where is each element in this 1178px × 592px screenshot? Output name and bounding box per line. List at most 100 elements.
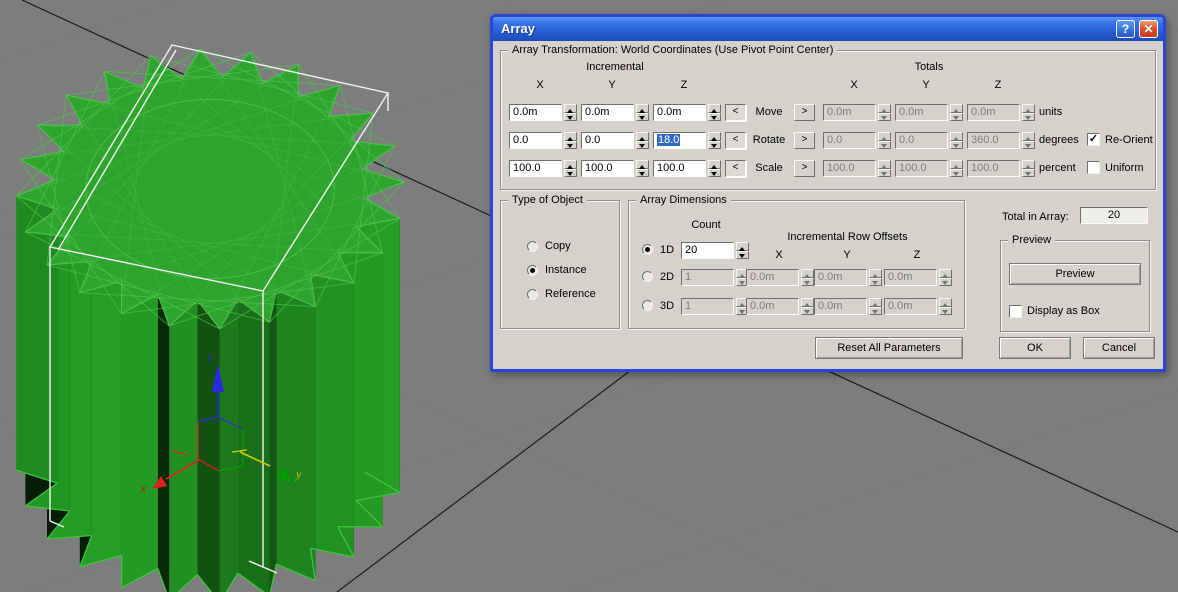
scale-inc-z-field[interactable]: 100.0 xyxy=(653,160,721,177)
move-inc-z-field[interactable]: 0.0m xyxy=(653,104,721,121)
spinner-down-button[interactable] xyxy=(1022,140,1035,149)
cancel-button[interactable]: Cancel xyxy=(1083,337,1155,359)
spinner-down-button[interactable] xyxy=(869,277,882,286)
reorient-checkbox[interactable]: ✓ xyxy=(1087,133,1100,146)
3d-radio-label[interactable]: 3D xyxy=(660,300,674,312)
move-left-arrow-button[interactable]: < xyxy=(725,104,746,121)
rotate-total-y-field[interactable]: 0.0 xyxy=(895,132,963,149)
1d-radio-label[interactable]: 1D xyxy=(660,244,674,256)
spinner-up-button[interactable] xyxy=(939,298,952,307)
spinner-up-button[interactable] xyxy=(636,132,649,141)
spinner-up-button[interactable] xyxy=(564,160,577,169)
3d-offset-z-field[interactable]: 0.0m xyxy=(884,298,952,315)
spinner-up-button[interactable] xyxy=(878,160,891,169)
spinner-up-button[interactable] xyxy=(708,160,721,169)
spinner-down-button[interactable] xyxy=(736,250,749,259)
spinner-up-button[interactable] xyxy=(1022,104,1035,113)
spinner-up-button[interactable] xyxy=(950,160,963,169)
copy-radio[interactable] xyxy=(527,241,538,252)
rotate-inc-x-field[interactable]: 0.0 xyxy=(509,132,577,149)
scale-total-x-field[interactable]: 100.0 xyxy=(823,160,891,177)
2d-offset-x-field[interactable]: 0.0m xyxy=(746,269,814,286)
1d-radio[interactable] xyxy=(642,244,653,255)
spinner-down-button[interactable] xyxy=(950,168,963,177)
spinner-down-button[interactable] xyxy=(708,112,721,121)
move-total-y-field[interactable]: 0.0m xyxy=(895,104,963,121)
spinner-down-button[interactable] xyxy=(801,306,814,315)
move-right-arrow-button[interactable]: > xyxy=(794,104,815,121)
spinner-down-button[interactable] xyxy=(636,140,649,149)
spinner-up-button[interactable] xyxy=(939,269,952,278)
3d-offset-x-field[interactable]: 0.0m xyxy=(746,298,814,315)
display-as-box-checkbox[interactable] xyxy=(1009,305,1022,318)
spinner-down-button[interactable] xyxy=(708,168,721,177)
2d-offset-z-field[interactable]: 0.0m xyxy=(884,269,952,286)
spinner-down-button[interactable] xyxy=(636,112,649,121)
spinner-up-button[interactable] xyxy=(1022,132,1035,141)
spinner-down-button[interactable] xyxy=(708,140,721,149)
spinner-down-button[interactable] xyxy=(939,306,952,315)
spinner-up-button[interactable] xyxy=(950,104,963,113)
spinner-up-button[interactable] xyxy=(636,160,649,169)
rotate-right-arrow-button[interactable]: > xyxy=(794,132,815,149)
gear-object[interactable] xyxy=(14,48,406,592)
1d-count-field[interactable]: 20 xyxy=(681,242,749,259)
spinner-down-button[interactable] xyxy=(869,306,882,315)
3d-offset-y-field[interactable]: 0.0m xyxy=(814,298,882,315)
spinner-down-button[interactable] xyxy=(564,168,577,177)
scale-inc-y-field[interactable]: 100.0 xyxy=(581,160,649,177)
spinner-up-button[interactable] xyxy=(950,132,963,141)
move-inc-x-field[interactable]: 0.0m xyxy=(509,104,577,121)
copy-radio-label[interactable]: Copy xyxy=(545,240,571,252)
reference-radio-label[interactable]: Reference xyxy=(545,288,596,300)
spinner-down-button[interactable] xyxy=(801,277,814,286)
spinner-up-button[interactable] xyxy=(708,104,721,113)
scale-total-z-field[interactable]: 100.0 xyxy=(967,160,1035,177)
spinner-down-button[interactable] xyxy=(878,168,891,177)
rotate-inc-y-field[interactable]: 0.0 xyxy=(581,132,649,149)
dialog-titlebar[interactable]: Array ? ✕ xyxy=(493,17,1163,41)
spinner-up-button[interactable] xyxy=(869,298,882,307)
scale-total-y-field[interactable]: 100.0 xyxy=(895,160,963,177)
rotate-total-z-field[interactable]: 360.0 xyxy=(967,132,1035,149)
3d-radio[interactable] xyxy=(642,300,653,311)
reference-radio[interactable] xyxy=(527,289,538,300)
spinner-up-button[interactable] xyxy=(708,132,721,141)
uniform-checkbox[interactable] xyxy=(1087,161,1100,174)
spinner-up-button[interactable] xyxy=(801,298,814,307)
rotate-left-arrow-button[interactable]: < xyxy=(725,132,746,149)
spinner-up-button[interactable] xyxy=(636,104,649,113)
spinner-up-button[interactable] xyxy=(564,132,577,141)
spinner-down-button[interactable] xyxy=(878,140,891,149)
spinner-up-button[interactable] xyxy=(564,104,577,113)
spinner-down-button[interactable] xyxy=(564,140,577,149)
rotate-inc-z-field[interactable]: 18.0 xyxy=(653,132,721,149)
2d-radio[interactable] xyxy=(642,271,653,282)
3d-count-field[interactable]: 1 xyxy=(681,298,749,315)
scale-right-arrow-button[interactable]: > xyxy=(794,160,815,177)
spinner-down-button[interactable] xyxy=(636,168,649,177)
spinner-down-button[interactable] xyxy=(1022,168,1035,177)
ok-button[interactable]: OK xyxy=(999,337,1071,359)
spinner-up-button[interactable] xyxy=(1022,160,1035,169)
help-button[interactable]: ? xyxy=(1116,20,1135,38)
2d-count-field[interactable]: 1 xyxy=(681,269,749,286)
2d-offset-y-field[interactable]: 0.0m xyxy=(814,269,882,286)
spinner-down-button[interactable] xyxy=(564,112,577,121)
close-button[interactable]: ✕ xyxy=(1139,20,1158,38)
reset-all-parameters-button[interactable]: Reset All Parameters xyxy=(815,337,963,359)
move-total-z-field[interactable]: 0.0m xyxy=(967,104,1035,121)
spinner-down-button[interactable] xyxy=(878,112,891,121)
spinner-up-button[interactable] xyxy=(736,242,749,251)
move-inc-y-field[interactable]: 0.0m xyxy=(581,104,649,121)
spinner-up-button[interactable] xyxy=(801,269,814,278)
rotate-total-x-field[interactable]: 0.0 xyxy=(823,132,891,149)
scale-inc-x-field[interactable]: 100.0 xyxy=(509,160,577,177)
move-total-x-field[interactable]: 0.0m xyxy=(823,104,891,121)
2d-radio-label[interactable]: 2D xyxy=(660,271,674,283)
spinner-up-button[interactable] xyxy=(878,104,891,113)
instance-radio[interactable] xyxy=(527,265,538,276)
spinner-up-button[interactable] xyxy=(869,269,882,278)
spinner-up-button[interactable] xyxy=(878,132,891,141)
spinner-down-button[interactable] xyxy=(1022,112,1035,121)
